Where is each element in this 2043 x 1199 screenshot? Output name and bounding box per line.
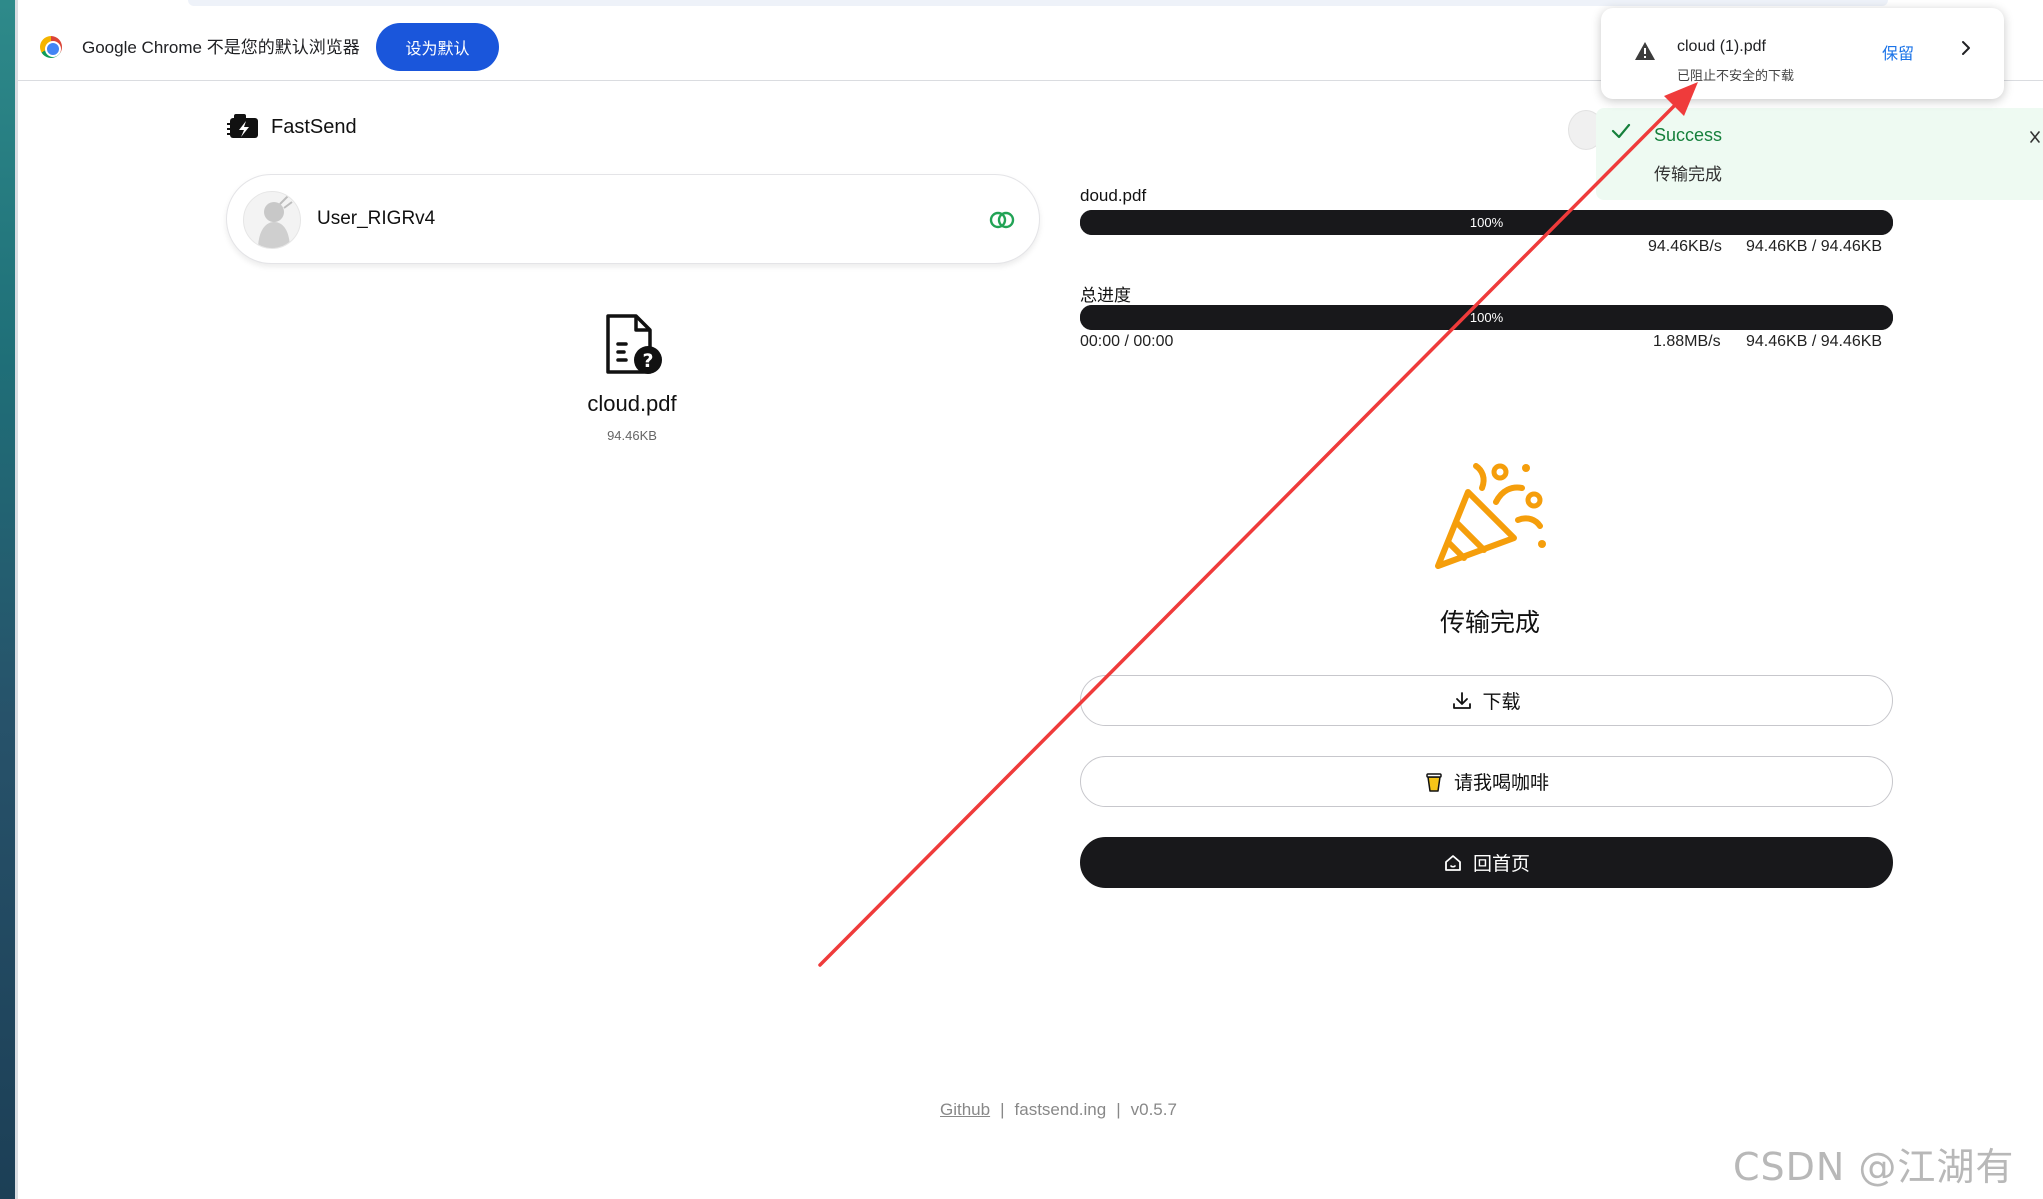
file-size: 94.46KB [607, 428, 657, 443]
total-progress-percent: 100% [1469, 310, 1504, 325]
download-label: 下载 [1482, 692, 1521, 713]
total-progress-label: 总进度 [1080, 286, 1131, 305]
file-progress-bar: 100% [1080, 210, 1893, 235]
success-toast: Success 传输完成 [1596, 108, 2043, 200]
total-progress-bar: 100% [1080, 305, 1893, 330]
file-transferred: 94.46KB / 94.46KB [1746, 238, 1883, 255]
total-speed: 1.88MB/s [1653, 333, 1721, 350]
chrome-logo-icon [40, 36, 62, 58]
footer-separator: | [1116, 1100, 1121, 1119]
check-icon [1611, 123, 1631, 139]
footer-separator: | [1000, 1100, 1005, 1119]
brand[interactable]: FastSend [227, 112, 357, 142]
toast-close-icon[interactable] [2029, 130, 2041, 144]
file-progress-percent: 100% [1469, 215, 1504, 230]
file-unknown-icon: ? [606, 314, 662, 374]
file-name: cloud.pdf [587, 391, 677, 416]
warning-icon [1635, 42, 1655, 60]
github-link[interactable]: Github [940, 1100, 990, 1120]
total-time: 00:00 / 00:00 [1080, 333, 1174, 350]
avatar [243, 191, 301, 249]
toast-message: 传输完成 [1654, 165, 1722, 184]
infobar-message: Google Chrome 不是您的默认浏览器 [82, 38, 360, 57]
download-icon [1453, 691, 1472, 709]
toast-title: Success [1654, 125, 1723, 145]
chevron-right-icon[interactable] [1959, 40, 1973, 56]
peer-user-card: User_RIGRv4 [226, 174, 1040, 264]
total-transferred: 94.46KB / 94.46KB [1746, 333, 1883, 350]
buy-coffee-button[interactable]: 请我喝咖啡 [1080, 756, 1893, 807]
connected-link-icon [989, 211, 1015, 229]
coffee-cup-icon [1426, 772, 1442, 792]
footer: Github | fastsend.ing | v0.5.7 [940, 1100, 1177, 1120]
transfer-complete-title: 传输完成 [1439, 609, 1540, 637]
set-default-button[interactable]: 设为默认 [376, 23, 499, 71]
home-button[interactable]: 回首页 [1080, 837, 1893, 888]
home-label: 回首页 [1472, 854, 1530, 875]
file-speed: 94.46KB/s [1648, 238, 1722, 255]
window-border [15, 0, 18, 1199]
svg-text:?: ? [642, 350, 653, 372]
user-name: User_RIGRv4 [317, 208, 436, 229]
party-popper-icon [1435, 463, 1546, 569]
download-bubble: cloud (1).pdf 已阻止不安全的下载 保留 [1601, 8, 2004, 99]
fastsend-logo-icon [227, 114, 258, 138]
download-button[interactable]: 下载 [1080, 675, 1893, 726]
app-version: v0.5.7 [1130, 1100, 1177, 1119]
watermark: CSDN @江湖有缘 [1733, 1145, 2015, 1189]
site-name: fastsend.ing [1014, 1100, 1107, 1119]
file-progress-label: doud.pdf [1080, 186, 1147, 205]
address-bar-edge [188, 0, 1888, 6]
brand-name: FastSend [271, 115, 357, 138]
avatar-silhouette-icon [258, 195, 293, 248]
buy-coffee-label: 请我喝咖啡 [1453, 773, 1549, 794]
home-icon [1445, 854, 1461, 871]
keep-download-button[interactable]: 保留 [1882, 40, 1914, 64]
download-blocked-text: 已阻止不安全的下载 [1677, 68, 1795, 83]
download-filename: cloud (1).pdf [1677, 38, 1766, 55]
